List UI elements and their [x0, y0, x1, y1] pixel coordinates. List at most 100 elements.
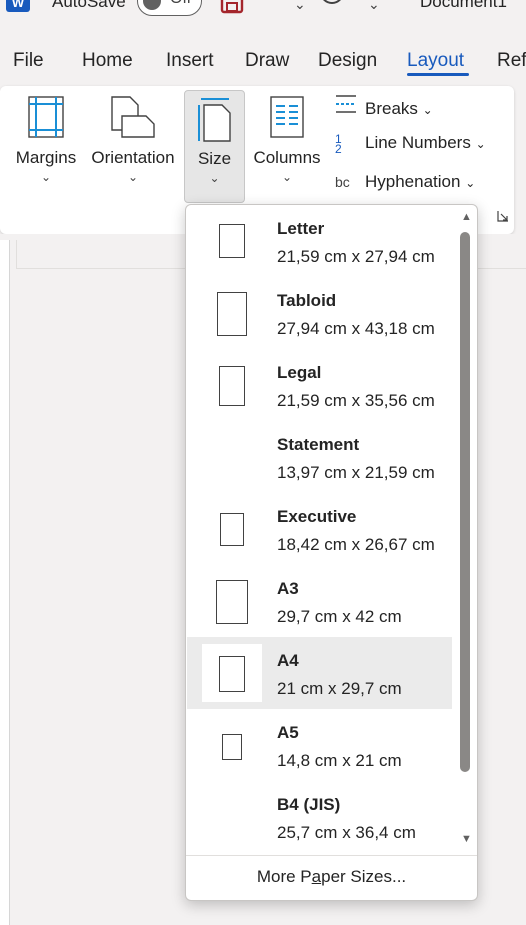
paper-size-name: A4 [277, 651, 299, 670]
paper-size-dims: 27,94 cm x 43,18 cm [277, 319, 435, 338]
undo-icon[interactable] [262, 0, 290, 20]
autosave-state: Off [170, 0, 191, 8]
tab-design[interactable]: Design [318, 50, 377, 72]
paper-size-dims: 29,7 cm x 42 cm [277, 607, 402, 626]
size-icon [195, 97, 235, 148]
margins-icon [28, 96, 64, 143]
customize-toolbar-chevron-icon[interactable]: ⌄ [368, 0, 380, 13]
more-paper-sizes-item[interactable]: More Paper Sizes... [186, 867, 477, 887]
line-numbers-button[interactable]: 1 2 Line Numbers ⌄ [335, 133, 486, 159]
more-label-post: per Sizes... [321, 867, 407, 886]
chevron-down-icon: ⌄ [40, 170, 52, 184]
page-thumbnail [202, 428, 262, 486]
paper-size-dims: 21,59 cm x 35,56 cm [277, 391, 435, 410]
orientation-label: Orientation [91, 148, 175, 167]
columns-label: Columns [253, 148, 321, 167]
page-icon [216, 580, 248, 624]
page-icon [219, 366, 245, 406]
scroll-down-arrow-icon[interactable]: ▼ [461, 833, 472, 845]
autosave-label: AutoSave [52, 0, 126, 11]
page-edge-vertical [16, 240, 17, 268]
chevron-down-icon: ⌄ [281, 170, 293, 184]
tab-layout[interactable]: Layout [407, 50, 464, 72]
paper-size-statement[interactable]: Statement 13,97 cm x 21,59 cm [187, 421, 452, 493]
redo-icon[interactable] [318, 0, 346, 20]
page-icon [220, 513, 244, 546]
page-thumbnail [202, 212, 262, 270]
size-dropdown-menu: Letter 21,59 cm x 27,94 cm Tabloid 27,94… [185, 204, 478, 901]
paper-size-name: A3 [277, 579, 299, 598]
paper-size-dims: 13,97 cm x 21,59 cm [277, 463, 435, 482]
line-numbers-label: Line Numbers [365, 133, 471, 152]
dialog-launcher-icon[interactable] [497, 210, 509, 222]
page-thumbnail [202, 572, 262, 630]
menu-divider [186, 855, 477, 856]
tab-home[interactable]: Home [82, 50, 133, 72]
chevron-down-icon: ⌄ [465, 176, 476, 190]
active-tab-indicator [407, 73, 469, 76]
paper-size-letter[interactable]: Letter 21,59 cm x 27,94 cm [187, 205, 452, 277]
paper-size-dims: 21,59 cm x 27,94 cm [277, 247, 435, 266]
tab-draw[interactable]: Draw [245, 50, 289, 72]
save-icon[interactable] [220, 0, 244, 20]
vertical-ruler [0, 240, 10, 925]
page-thumbnail [202, 284, 262, 342]
more-label-accelerator: a [311, 867, 322, 886]
columns-icon [270, 96, 304, 143]
paper-size-name: Executive [277, 507, 357, 526]
hyphenation-icon: bc [335, 174, 350, 190]
paper-size-a4[interactable]: A4 21 cm x 29,7 cm [187, 637, 452, 709]
hyphenation-button[interactable]: bc Hyphenation ⌄ [335, 172, 475, 198]
paper-size-dims: 14,8 cm x 21 cm [277, 751, 402, 770]
hyphenation-label: Hyphenation [365, 172, 461, 191]
ribbon-tabs: File Home Insert Draw Design Layout Ref [0, 44, 526, 84]
margins-label: Margins [15, 148, 77, 167]
undo-dropdown-chevron-icon[interactable]: ⌄ [294, 0, 306, 13]
paper-size-a5[interactable]: A5 14,8 cm x 21 cm [187, 709, 452, 781]
page-thumbnail [202, 356, 262, 414]
paper-size-a3[interactable]: A3 29,7 cm x 42 cm [187, 565, 452, 637]
breaks-icon [335, 94, 357, 117]
size-button[interactable]: Size ⌄ [184, 90, 245, 203]
chevron-down-icon: ⌄ [209, 171, 220, 185]
paper-size-tabloid[interactable]: Tabloid 27,94 cm x 43,18 cm [187, 277, 452, 349]
page-thumbnail [202, 500, 262, 558]
paper-size-executive[interactable]: Executive 18,42 cm x 26,67 cm [187, 493, 452, 565]
line-numbers-icon: 12 [335, 131, 342, 156]
menu-scrollbar[interactable]: ▲ ▼ [456, 207, 476, 853]
scroll-up-arrow-icon[interactable]: ▲ [461, 211, 472, 223]
chevron-down-icon: ⌄ [475, 137, 486, 151]
tab-references[interactable]: Ref [497, 50, 526, 72]
page-icon [219, 656, 245, 692]
page-icon [217, 292, 247, 336]
scrollbar-thumb[interactable] [460, 232, 470, 772]
paper-size-name: Statement [277, 435, 360, 454]
paper-size-legal[interactable]: Legal 21,59 cm x 35,56 cm [187, 349, 452, 421]
tab-insert[interactable]: Insert [166, 50, 214, 72]
chevron-down-icon: ⌄ [422, 103, 433, 117]
title-bar: W AutoSave Off ⌄ ⌄ Document1 [0, 0, 526, 40]
size-label: Size [197, 149, 232, 168]
word-logo-icon: W [6, 0, 30, 12]
paper-size-dims: 18,42 cm x 26,67 cm [277, 535, 435, 554]
autosave-toggle[interactable]: Off [137, 0, 202, 16]
page-thumbnail [202, 644, 262, 702]
paper-size-name: A5 [277, 723, 299, 742]
breaks-label: Breaks [365, 99, 418, 118]
paper-size-name: Tabloid [277, 291, 337, 310]
paper-size-dims: 25,7 cm x 36,4 cm [277, 823, 416, 842]
toggle-knob [143, 0, 161, 10]
margins-button[interactable]: Margins ⌄ [10, 86, 82, 206]
document-title: Document1 [420, 0, 507, 11]
orientation-icon [110, 96, 156, 143]
tab-file[interactable]: File [13, 50, 44, 72]
more-label-pre: More P [256, 867, 312, 886]
breaks-button[interactable]: Breaks ⌄ [335, 94, 433, 120]
orientation-button[interactable]: Orientation ⌄ [86, 86, 180, 206]
page-thumbnail [202, 788, 262, 846]
paper-size-name: B4 (JIS) [277, 795, 341, 814]
page-icon [219, 224, 245, 258]
paper-size-b4-jis[interactable]: B4 (JIS) 25,7 cm x 36,4 cm [187, 781, 452, 853]
columns-button[interactable]: Columns ⌄ [250, 86, 324, 206]
page-icon [222, 734, 242, 760]
